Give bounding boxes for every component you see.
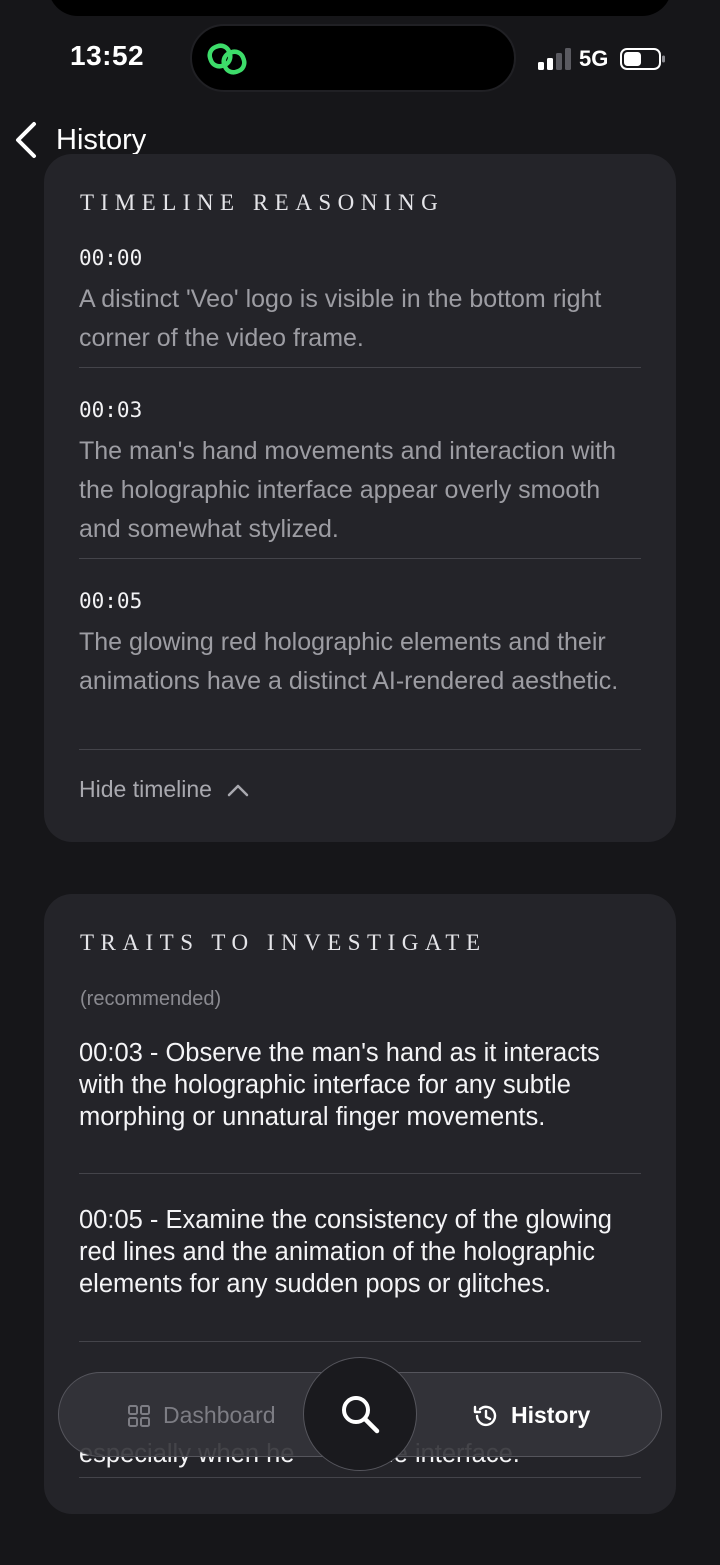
timeline-entry: 00:03 The man's hand movements and inter… (79, 398, 641, 549)
tab-dashboard-label: Dashboard (163, 1402, 276, 1428)
hide-timeline-label: Hide timeline (79, 776, 212, 802)
timeline-entry: 00:00 A distinct 'Veo' logo is visible i… (79, 246, 641, 358)
timeline-entry-text: The glowing red holographic elements and… (79, 628, 619, 695)
tab-history[interactable]: History (471, 1373, 590, 1458)
chevron-up-icon (227, 784, 249, 796)
grid-icon (128, 1404, 150, 1427)
timeline-entry-text: A distinct 'Veo' logo is visible in the … (79, 285, 602, 352)
dynamic-island (190, 24, 516, 92)
hide-timeline-button[interactable]: Hide timeline (79, 776, 250, 803)
chevron-left-icon (16, 122, 36, 158)
status-time: 13:52 (70, 40, 145, 71)
timeline-entry-time: 00:00 (79, 246, 143, 270)
timeline-entry-time: 00:05 (79, 589, 143, 613)
divider (79, 1477, 641, 1478)
timeline-entry-time: 00:03 (79, 398, 143, 422)
timeline-reasoning-card: TIMELINE REASONING 00:00 A distinct 'Veo… (44, 154, 676, 842)
divider (79, 749, 641, 750)
trait-item: 00:05 - Examine the consistency of the g… (79, 1206, 612, 1298)
trait-item: 00:03 - Observe the man's hand as it int… (79, 1039, 600, 1131)
traits-subtitle: (recommended) (80, 988, 222, 1010)
divider (79, 558, 641, 559)
link-icon (207, 43, 247, 75)
search-button[interactable] (303, 1357, 417, 1471)
back-label: History (56, 123, 147, 156)
timeline-entry-text: The man's hand movements and interaction… (79, 437, 616, 543)
cellular-signal-icon (538, 48, 571, 70)
network-type: 5G (579, 46, 609, 71)
status-bar: 13:52 5G (0, 0, 720, 110)
tab-history-label: History (511, 1402, 591, 1428)
timeline-title: TIMELINE REASONING (80, 190, 445, 215)
divider (79, 367, 641, 368)
traits-title: TRAITS TO INVESTIGATE (80, 930, 487, 955)
search-icon (342, 1396, 380, 1434)
divider (79, 1173, 641, 1174)
battery-icon (620, 48, 665, 70)
divider (79, 1341, 641, 1342)
history-icon (473, 1405, 497, 1426)
timeline-entry: 00:05 The glowing red holographic elemen… (79, 589, 641, 701)
tab-dashboard[interactable]: Dashboard (127, 1373, 276, 1458)
